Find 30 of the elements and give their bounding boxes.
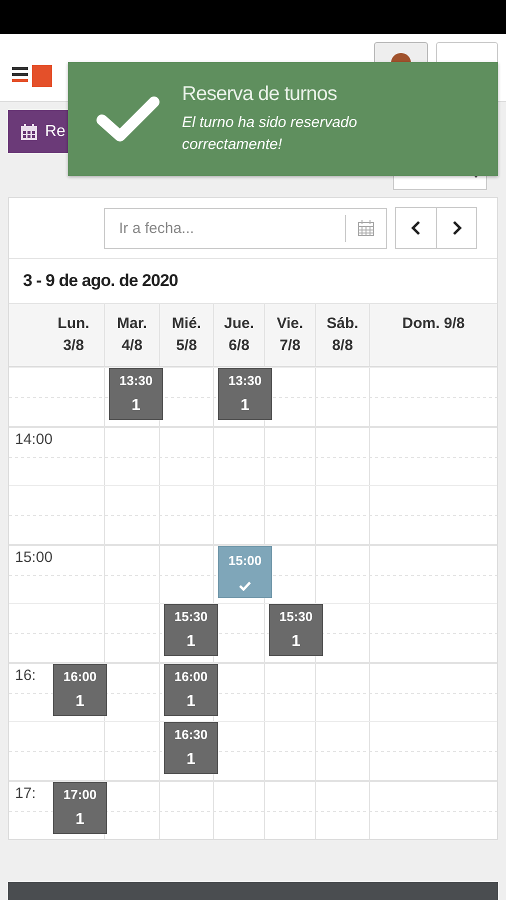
- toast-title: Reserva de turnos: [182, 82, 338, 106]
- time-slot[interactable]: 13:30 1: [218, 368, 272, 420]
- checkmark-icon: [96, 94, 160, 144]
- date-range-title: 3 - 9 de ago. de 2020: [23, 271, 178, 291]
- day-header: Sáb. 8/8: [326, 314, 360, 356]
- time-label: 15:00: [15, 549, 53, 566]
- chevron-left-icon: [411, 221, 421, 235]
- time-slot[interactable]: 17:00 1: [53, 782, 107, 834]
- time-slot[interactable]: 16:00 1: [53, 664, 107, 716]
- day-header: Lun. 3/8: [56, 314, 90, 356]
- date-field[interactable]: Ir a fecha...: [104, 208, 387, 248]
- time-slot[interactable]: 15:30 1: [164, 604, 218, 656]
- day-header: Mar. 4/8: [116, 314, 148, 356]
- day-header: Dom. 9/8: [402, 314, 465, 334]
- check-icon: [239, 580, 251, 591]
- time-slot[interactable]: 16:00 1: [164, 664, 218, 716]
- time-slot[interactable]: 13:30 1: [109, 368, 163, 420]
- calendar-icon: [20, 122, 38, 140]
- time-label: 14:00: [15, 431, 53, 448]
- day-header: Vie. 7/8: [276, 314, 304, 356]
- day-header: Mié. 5/8: [170, 314, 202, 356]
- time-label: 17:: [15, 785, 36, 802]
- chevron-right-icon: [452, 221, 462, 235]
- toast-message: El turno ha sido reservado correctamente!: [182, 112, 358, 154]
- day-header: Jue. 6/8: [222, 314, 255, 356]
- time-slot[interactable]: 16:30 1: [164, 722, 218, 774]
- time-slot[interactable]: 15:30 1: [269, 604, 323, 656]
- logo-icon: [12, 65, 52, 87]
- time-label: 16:: [15, 667, 36, 684]
- calendar-icon: [357, 219, 375, 237]
